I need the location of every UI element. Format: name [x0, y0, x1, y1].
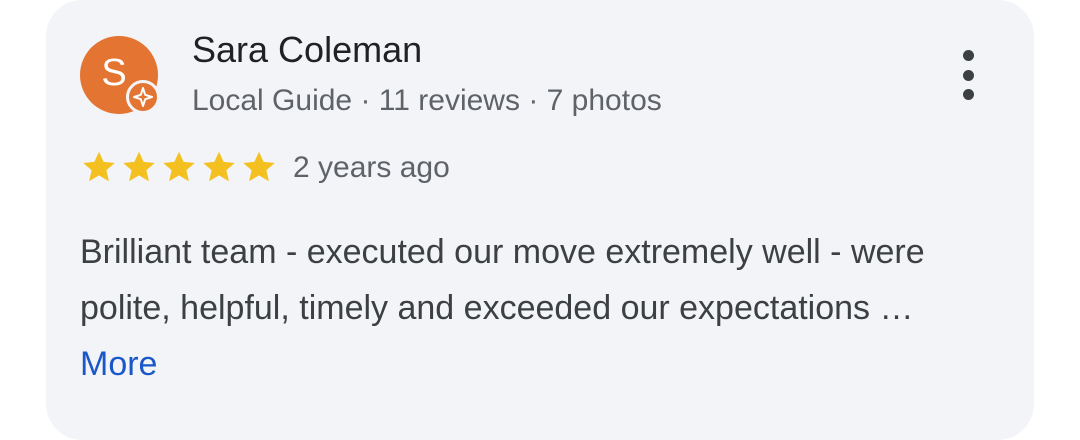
star-icon	[203, 151, 235, 182]
review-text-block: Brilliant team - executed our move extre…	[80, 224, 980, 392]
more-vert-icon[interactable]	[948, 46, 988, 104]
menu-dot	[962, 50, 974, 61]
avatar-initial: S	[101, 51, 127, 94]
more-link[interactable]: More	[80, 345, 157, 383]
local-guide-label: Local Guide	[192, 84, 353, 117]
star-rating	[80, 149, 278, 185]
star-icon	[123, 151, 155, 182]
meta-separator: ·	[528, 84, 539, 117]
reviewer-name[interactable]: Sara Coleman	[192, 29, 422, 71]
star-icon	[243, 151, 275, 182]
meta-separator: ·	[360, 84, 371, 117]
review-time: 2 years ago	[293, 151, 450, 184]
local-guide-badge-icon	[126, 80, 160, 114]
menu-dot	[962, 89, 974, 100]
star-icon	[163, 151, 195, 182]
photos-count: 7 photos	[546, 84, 662, 117]
reviews-count: 11 reviews	[378, 84, 520, 117]
review-text: Brilliant team - executed our move extre…	[80, 233, 925, 327]
menu-dot	[962, 69, 974, 81]
reviewer-meta: Local Guide · 11 reviews · 7 photos	[192, 84, 662, 118]
star-icon	[83, 151, 115, 182]
